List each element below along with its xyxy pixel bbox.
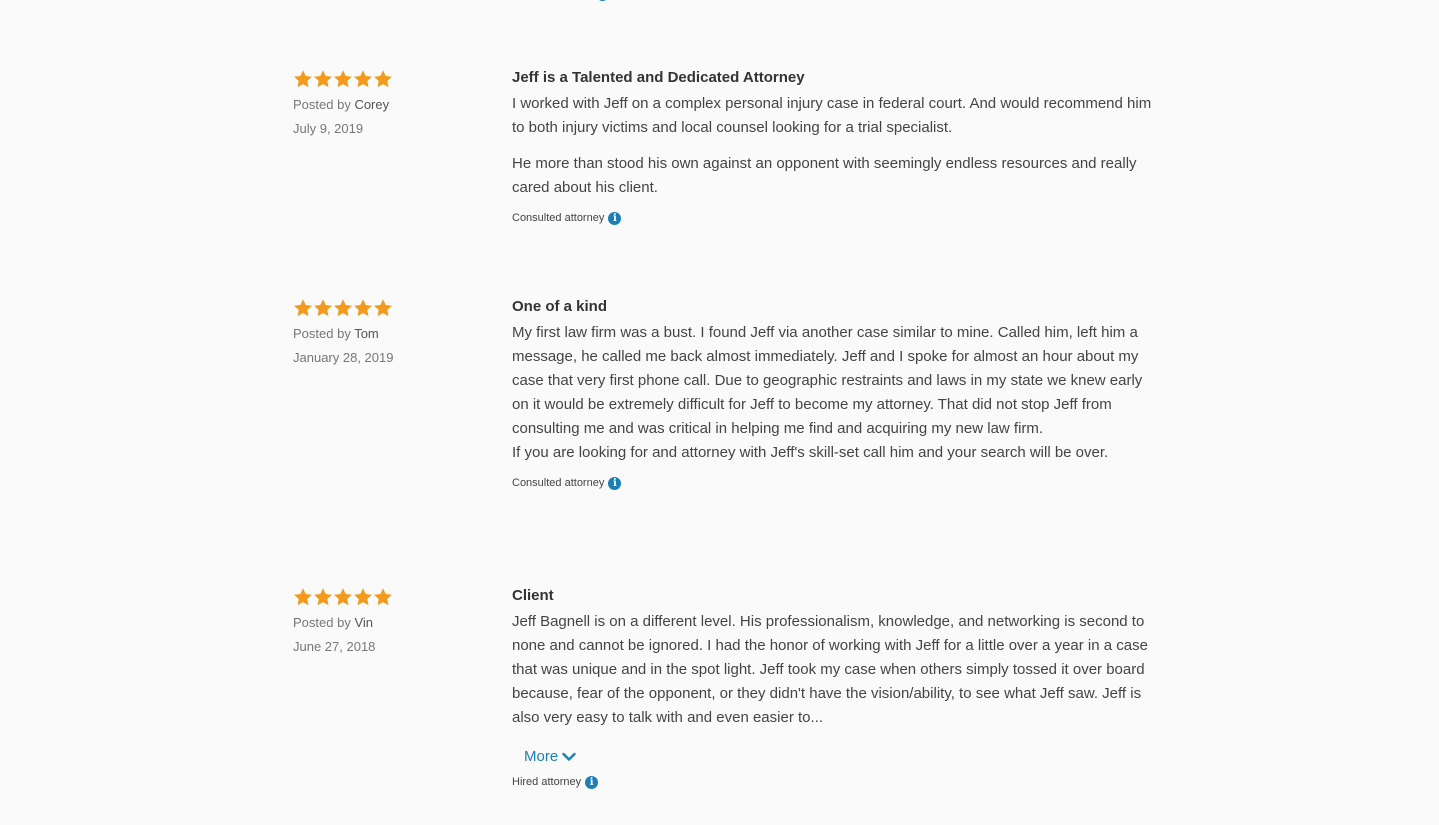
review-title: Jeff is a Talented and Dedicated Attorne…: [512, 69, 805, 86]
author-name: Corey: [354, 97, 390, 112]
star-icon: [333, 587, 353, 607]
posted-by: Posted by Vin: [293, 614, 493, 632]
posted-by: Posted by Tom: [293, 325, 493, 343]
review-date: January 28, 2019: [293, 350, 394, 365]
review-paragraph: Jeff Bagnell is on a different level. Hi…: [512, 613, 1148, 726]
hire-status: Hired attorney i: [512, 774, 1152, 790]
info-icon[interactable]: i: [596, 0, 606, 1]
review-paragraph: I worked with Jeff on a complex personal…: [512, 95, 1152, 136]
star-icon: [293, 298, 313, 318]
star-rating: [293, 586, 493, 608]
review-meta: Posted by Tom January 28, 2019: [293, 297, 493, 367]
posted-by-label: Posted by: [293, 97, 355, 112]
info-icon[interactable]: i: [585, 775, 599, 789]
consultation-status: Consulted attorney i: [512, 210, 1152, 226]
star-icon: [313, 298, 333, 318]
info-icon[interactable]: i: [608, 211, 622, 225]
review-paragraph: If you are looking for and attorney with…: [512, 444, 1109, 461]
star-icon: [293, 587, 313, 607]
review-title: Client: [512, 587, 554, 604]
status-label: Consulted attorney: [512, 477, 605, 489]
review-body: Client Jeff Bagnell is on a different le…: [512, 586, 1152, 790]
review-date: June 27, 2018: [293, 639, 376, 654]
more-button[interactable]: More: [524, 748, 576, 765]
posted-by-label: Posted by: [293, 326, 355, 341]
posted-by-label: Posted by: [293, 615, 355, 630]
status-label: Hired attorney: [512, 776, 582, 788]
reviews-page: i Posted by Corey July 9, 2019 Jeff is a…: [0, 0, 1439, 825]
previous-review-stub: i: [586, 0, 606, 2]
star-icon: [333, 298, 353, 318]
star-icon: [373, 587, 393, 607]
review-paragraph: He more than stood his own against an op…: [512, 155, 1137, 196]
review-title: One of a kind: [512, 298, 608, 315]
review-paragraph: My first law firm was a bust. I found Je…: [512, 324, 1143, 437]
review-body: Jeff is a Talented and Dedicated Attorne…: [512, 68, 1152, 226]
star-icon: [353, 69, 373, 89]
chevron-down-icon[interactable]: [562, 752, 576, 762]
review-meta: Posted by Corey July 9, 2019: [293, 68, 493, 138]
star-icon: [333, 69, 353, 89]
star-rating: [293, 297, 493, 319]
star-icon: [313, 587, 333, 607]
review-meta: Posted by Vin June 27, 2018: [293, 586, 493, 656]
star-icon: [313, 69, 333, 89]
status-label: Consulted attorney: [512, 212, 605, 224]
star-icon: [293, 69, 313, 89]
star-rating: [293, 68, 493, 90]
info-icon[interactable]: i: [608, 476, 622, 490]
author-name: Tom: [354, 326, 379, 341]
star-icon: [353, 298, 373, 318]
star-icon: [353, 587, 373, 607]
consultation-status: Consulted attorney i: [512, 475, 1152, 491]
star-icon: [373, 298, 393, 318]
posted-by: Posted by Corey: [293, 96, 493, 114]
author-name: Vin: [354, 615, 373, 630]
review-date: July 9, 2019: [293, 121, 364, 136]
more-label[interactable]: More: [524, 748, 558, 765]
star-icon: [373, 69, 393, 89]
review-body: One of a kind My first law firm was a bu…: [512, 297, 1152, 491]
